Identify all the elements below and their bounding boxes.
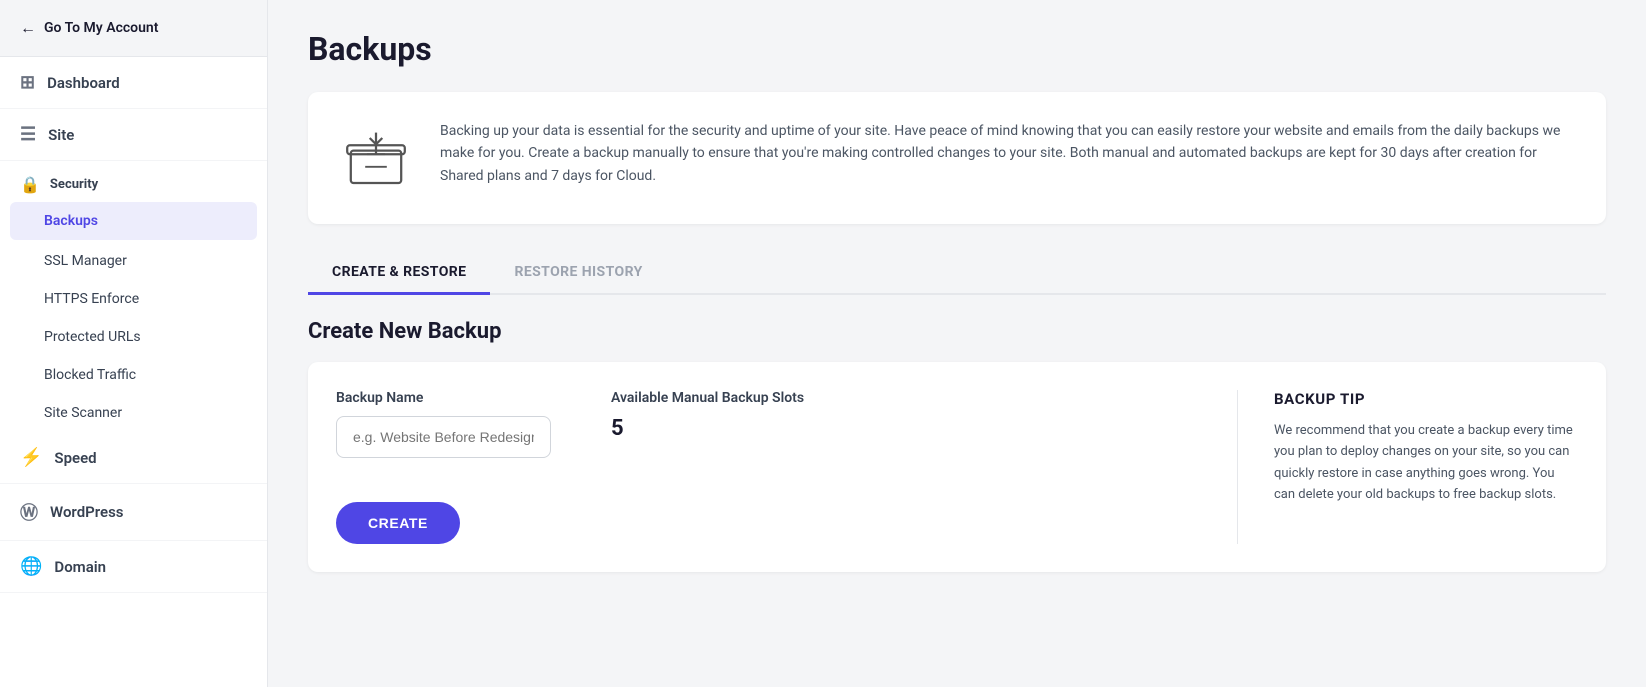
sidebar-item-wordpress[interactable]: Ⓦ WordPress <box>0 484 267 541</box>
backup-name-label: Backup Name <box>336 390 551 406</box>
dashboard-icon: ⊞ <box>20 72 35 93</box>
domain-label: Domain <box>54 558 106 576</box>
section-title: Create New Backup <box>308 319 1606 344</box>
protected-urls-label: Protected URLs <box>44 329 141 345</box>
tip-text: We recommend that you create a backup ev… <box>1274 420 1578 506</box>
backup-box-icon <box>340 120 412 196</box>
speed-icon: ⚡ <box>20 447 42 468</box>
sidebar-item-label: Site <box>48 126 74 144</box>
blocked-traffic-label: Blocked Traffic <box>44 367 136 383</box>
sidebar-item-label: Dashboard <box>47 74 120 92</box>
tab-restore-history[interactable]: RESTORE HISTORY <box>490 252 666 295</box>
sidebar-item-dashboard[interactable]: ⊞ Dashboard <box>0 57 267 109</box>
tab-create-restore[interactable]: CREATE & RESTORE <box>308 252 490 295</box>
sidebar-item-backups[interactable]: Backups <box>10 202 257 240</box>
sidebar-item-ssl-manager[interactable]: SSL Manager <box>0 242 267 280</box>
wordpress-icon: Ⓦ <box>20 499 38 525</box>
wordpress-label: WordPress <box>50 503 124 521</box>
main-content: Backups Backing up your data is essentia… <box>268 0 1646 687</box>
site-scanner-label: Site Scanner <box>44 405 122 421</box>
page-title: Backups <box>308 30 1606 68</box>
sidebar-item-speed[interactable]: ⚡ Speed <box>0 432 267 484</box>
backup-form: Backup Name Available Manual Backup Slot… <box>336 390 1238 544</box>
go-to-my-account-button[interactable]: ← Go To My Account <box>0 0 267 57</box>
sidebar-item-site[interactable]: ☰ Site <box>0 109 267 161</box>
backup-tip: BACKUP TIP We recommend that you create … <box>1238 390 1578 544</box>
sidebar-item-site-scanner[interactable]: Site Scanner <box>0 394 267 432</box>
https-enforce-label: HTTPS Enforce <box>44 291 139 307</box>
back-arrow-icon: ← <box>20 18 36 38</box>
sidebar: ← Go To My Account ⊞ Dashboard ☰ Site 🔒 … <box>0 0 268 687</box>
info-card: Backing up your data is essential for th… <box>308 92 1606 224</box>
site-icon: ☰ <box>20 124 36 145</box>
speed-label: Speed <box>54 449 96 467</box>
backup-name-input[interactable] <box>336 416 551 458</box>
slots-label: Available Manual Backup Slots <box>611 390 804 406</box>
backups-label: Backups <box>44 213 98 229</box>
slots-value: 5 <box>611 416 804 441</box>
backup-card: Backup Name Available Manual Backup Slot… <box>308 362 1606 572</box>
go-to-my-account-label: Go To My Account <box>44 20 158 36</box>
tip-title: BACKUP TIP <box>1274 390 1578 408</box>
sidebar-security-section[interactable]: 🔒 Security <box>0 161 267 200</box>
security-icon: 🔒 <box>20 175 40 194</box>
sidebar-item-blocked-traffic[interactable]: Blocked Traffic <box>0 356 267 394</box>
ssl-manager-label: SSL Manager <box>44 253 127 269</box>
info-card-text: Backing up your data is essential for th… <box>440 120 1574 187</box>
sidebar-item-https-enforce[interactable]: HTTPS Enforce <box>0 280 267 318</box>
tabs: CREATE & RESTORE RESTORE HISTORY <box>308 252 1606 295</box>
domain-icon: 🌐 <box>20 556 42 577</box>
security-label: Security <box>50 177 98 192</box>
create-button[interactable]: CREATE <box>336 502 460 544</box>
sidebar-item-protected-urls[interactable]: Protected URLs <box>0 318 267 356</box>
sidebar-item-domain[interactable]: 🌐 Domain <box>0 541 267 593</box>
